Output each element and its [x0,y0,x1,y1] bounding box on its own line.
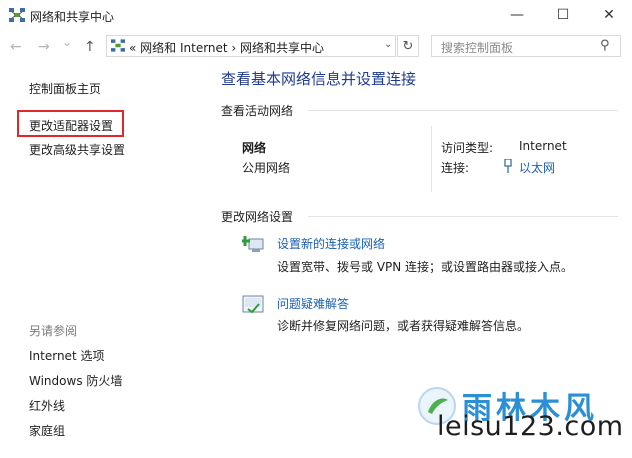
see-also-heading: 另请参阅 [29,324,78,338]
ethernet-connection-link[interactable]: 以太网 [519,159,555,176]
search-icon[interactable]: ⚲ [600,38,610,53]
recent-locations-dropdown-icon[interactable]: ⌄ [62,35,72,49]
sidebar-item-home[interactable]: 控制面板主页 [29,80,101,97]
up-arrow-icon[interactable]: ↑ [84,39,96,55]
search-placeholder: 搜索控制面板 [441,41,514,55]
network-type-link[interactable]: 公用网络 [242,159,290,176]
access-type-value: Internet [519,139,567,153]
maximize-icon: ☐ [556,7,570,23]
title-bar: 网络和共享中心 — ☐ ✕ [0,0,632,30]
back-arrow-icon[interactable]: ← [10,39,22,55]
sidebar-item-change-sharing[interactable]: 更改高级共享设置 [29,141,125,158]
setup-connection-description: 设置宽带、拨号或 VPN 连接；或设置路由器或接入点。 [277,260,574,274]
refresh-button[interactable]: ↻ [397,35,419,57]
network-center-icon [9,8,25,22]
watermark-url: leisu123.com [437,411,624,442]
new-connection-icon [242,236,264,252]
see-also-internet-options[interactable]: Internet 选项 [29,347,104,364]
troubleshoot-description: 诊断并修复网络问题，或者获得疑难解答信息。 [277,319,530,333]
divider [308,216,618,217]
sidebar-item-change-adapter[interactable]: 更改适配器设置 [29,117,113,134]
forward-arrow-icon[interactable]: → [38,39,50,55]
maximize-button[interactable]: ☐ [540,0,586,30]
troubleshoot-link[interactable]: 问题疑难解答 [277,295,349,312]
address-history-chevron-icon[interactable]: ⌄ [384,39,392,50]
active-networks-heading: 查看活动网络 [221,104,294,118]
minimize-icon: — [510,7,524,23]
setup-connection-link[interactable]: 设置新的连接或网络 [277,235,385,252]
breadcrumb[interactable]: « 网络和 Internet › 网络和共享中心 [129,39,324,56]
minimize-button[interactable]: — [494,0,540,30]
page-title: 查看基本网络信息并设置连接 [221,70,417,88]
connection-label: 连接: [441,161,470,175]
control-panel-icon [111,39,125,52]
see-also-firewall[interactable]: Windows 防火墙 [29,372,122,389]
change-settings-heading: 更改网络设置 [221,210,294,224]
ethernet-icon [504,159,512,173]
see-also-infrared[interactable]: 红外线 [29,397,65,414]
see-also-homegroup[interactable]: 家庭组 [29,422,65,439]
close-icon: ✕ [603,7,615,23]
divider [431,126,432,192]
address-bar[interactable]: « 网络和 Internet › 网络和共享中心 ⌄ [106,35,396,57]
access-type-label: 访问类型: [441,141,494,155]
search-input[interactable]: 搜索控制面板 ⚲ [431,35,621,57]
close-button[interactable]: ✕ [586,0,632,30]
divider [308,110,618,111]
network-name: 网络 [242,141,267,155]
window-title: 网络和共享中心 [30,10,115,24]
troubleshoot-icon [242,295,264,314]
refresh-icon: ↻ [402,38,414,54]
